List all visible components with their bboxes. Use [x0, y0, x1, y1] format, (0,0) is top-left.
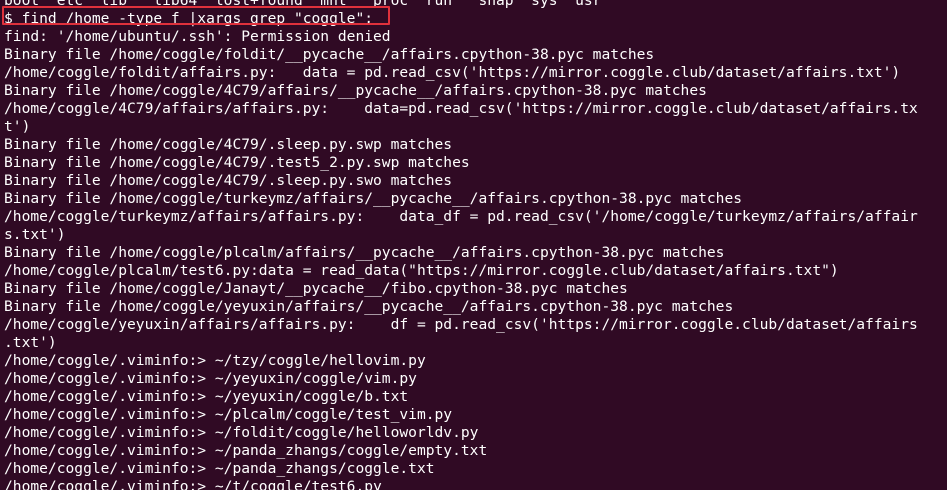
output-line: .txt') — [4, 334, 57, 351]
output-line: /home/coggle/.viminfo:> ~/yeyuxin/coggle… — [4, 370, 417, 387]
output-line: Binary file /home/coggle/foldit/__pycach… — [4, 46, 655, 63]
output-line: s.txt') — [4, 226, 66, 243]
output-line: Binary file /home/coggle/4C79/.test5_2.p… — [4, 154, 470, 171]
output-line: Binary file /home/coggle/yeyuxin/affairs… — [4, 298, 734, 315]
output-line: /home/coggle/yeyuxin/affairs/affairs.py:… — [4, 316, 918, 333]
output-line: Binary file /home/coggle/plcalm/affairs/… — [4, 244, 725, 261]
terminal-window[interactable]: boot etc lib lib64 lost+found mnt proc r… — [0, 0, 947, 490]
output-line: /home/coggle/.viminfo:> ~/plcalm/coggle/… — [4, 406, 453, 423]
command-line: $ find /home -type f |xargs grep "coggle… — [4, 10, 374, 27]
output-line: /home/coggle/.viminfo:> ~/panda_zhangs/c… — [4, 442, 488, 459]
output-line: t') — [4, 118, 31, 135]
output-line: find: '/home/ubuntu/.ssh': Permission de… — [4, 28, 391, 45]
output-line: /home/coggle/turkeymz/affairs/affairs.py… — [4, 208, 918, 225]
terminal-output[interactable]: boot etc lib lib64 lost+found mnt proc r… — [4, 0, 918, 490]
output-line: /home/coggle/.viminfo:> ~/yeyuxin/coggle… — [4, 388, 409, 405]
output-line: Binary file /home/coggle/4C79/.sleep.py.… — [4, 136, 453, 153]
terminal-line-partial-listing: boot etc lib lib64 lost+found mnt proc r… — [4, 0, 602, 9]
output-line: /home/coggle/plcalm/test6.py:data = read… — [4, 262, 839, 279]
output-line: /home/coggle/foldit/affairs.py: data = p… — [4, 64, 901, 81]
output-line: Binary file /home/coggle/turkeymz/affair… — [4, 190, 743, 207]
output-line: /home/coggle/4C79/affairs/affairs.py: da… — [4, 100, 918, 117]
output-line: /home/coggle/.viminfo:> ~/panda_zhangs/c… — [4, 460, 435, 477]
output-line: /home/coggle/.viminfo:> ~/foldit/coggle/… — [4, 424, 479, 441]
output-line: /home/coggle/.viminfo:> ~/tzy/coggle/hel… — [4, 352, 426, 369]
output-line: Binary file /home/coggle/4C79/.sleep.py.… — [4, 172, 453, 189]
output-line: Binary file /home/coggle/Janayt/__pycach… — [4, 280, 628, 297]
output-line: /home/coggle/.viminfo:> ~/t/coggle/test6… — [4, 478, 382, 490]
output-line: Binary file /home/coggle/4C79/affairs/__… — [4, 82, 707, 99]
